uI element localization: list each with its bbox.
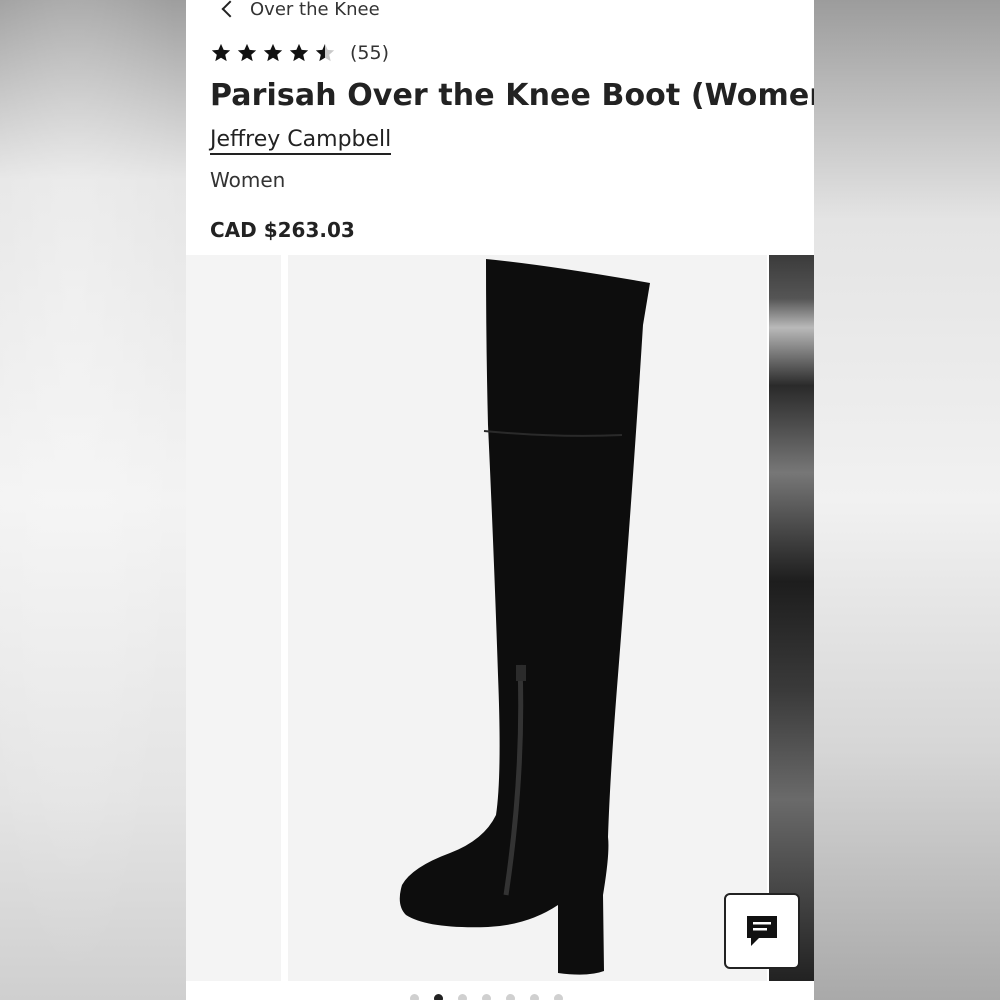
star-half-icon: [315, 43, 335, 62]
right-background: [814, 0, 1000, 1000]
star-icon: [263, 43, 283, 62]
previous-image[interactable]: [186, 255, 281, 981]
brand-link[interactable]: Jeffrey Campbell: [210, 127, 392, 155]
product-image[interactable]: [288, 255, 767, 981]
carousel-dots[interactable]: [410, 994, 563, 1000]
carousel-dot[interactable]: [554, 994, 563, 1000]
rating-count[interactable]: (55): [350, 42, 389, 64]
product-page: Over the Knee (55) Parisah Over the Knee…: [186, 0, 814, 1000]
boot-image: [399, 259, 650, 975]
carousel-dot[interactable]: [530, 994, 539, 1000]
star-icon: [211, 43, 231, 62]
next-image[interactable]: [769, 255, 814, 981]
chat-button[interactable]: [724, 893, 800, 969]
chat-bubble-icon: [747, 916, 777, 946]
star-icon: [237, 43, 257, 62]
product-price: CAD $263.03: [210, 218, 355, 242]
product-category: Women: [210, 168, 286, 192]
breadcrumb[interactable]: Over the Knee: [218, 0, 380, 22]
breadcrumb-label[interactable]: Over the Knee: [250, 0, 380, 20]
image-gallery[interactable]: [186, 255, 814, 981]
carousel-dot[interactable]: [506, 994, 515, 1000]
product-rating[interactable]: (55): [210, 42, 389, 64]
product-title: Parisah Over the Knee Boot (Women): [210, 78, 814, 113]
left-background: [0, 0, 186, 1000]
chevron-left-icon[interactable]: [221, 0, 239, 18]
star-icon: [289, 43, 309, 62]
carousel-dot-active[interactable]: [434, 994, 443, 1000]
carousel-dot[interactable]: [458, 994, 467, 1000]
carousel-dot[interactable]: [410, 994, 419, 1000]
carousel-dot[interactable]: [482, 994, 491, 1000]
